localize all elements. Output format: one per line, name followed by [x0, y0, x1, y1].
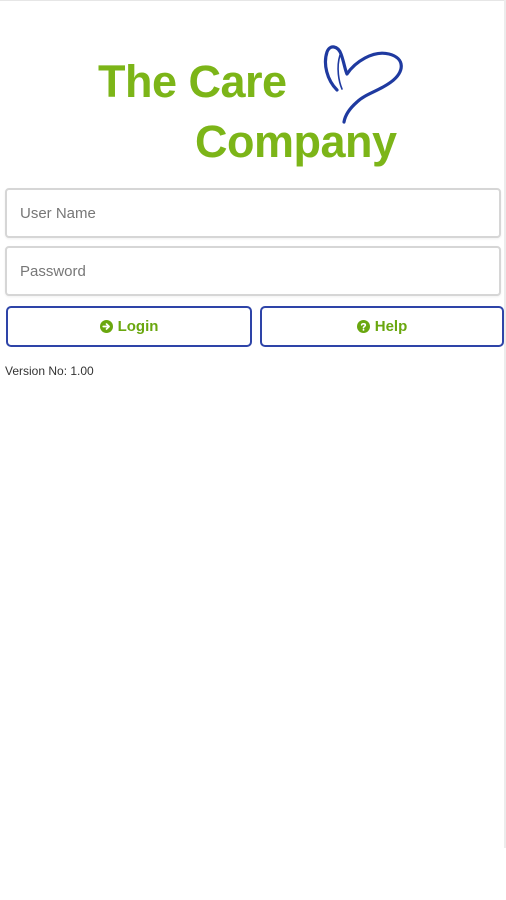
- username-input[interactable]: [5, 188, 501, 238]
- bottom-blank-area: [0, 848, 506, 900]
- circle-arrow-right-icon: [99, 320, 113, 333]
- heart-outline-icon: [323, 45, 403, 124]
- password-input[interactable]: [5, 246, 501, 296]
- login-button-label: Login: [117, 318, 159, 335]
- circle-question-icon: [356, 320, 370, 333]
- logo-text-line2: Company: [195, 116, 397, 167]
- help-button-label: Help: [374, 318, 408, 335]
- top-divider: [0, 0, 506, 1]
- login-screen: The Care Company Login Help Version No: …: [0, 0, 506, 900]
- login-button[interactable]: Login: [6, 306, 252, 347]
- logo-text-line1: The Care: [98, 56, 287, 107]
- version-label: Version No: 1.00: [5, 364, 94, 378]
- help-button[interactable]: Help: [260, 306, 504, 347]
- company-logo: The Care Company: [95, 40, 415, 172]
